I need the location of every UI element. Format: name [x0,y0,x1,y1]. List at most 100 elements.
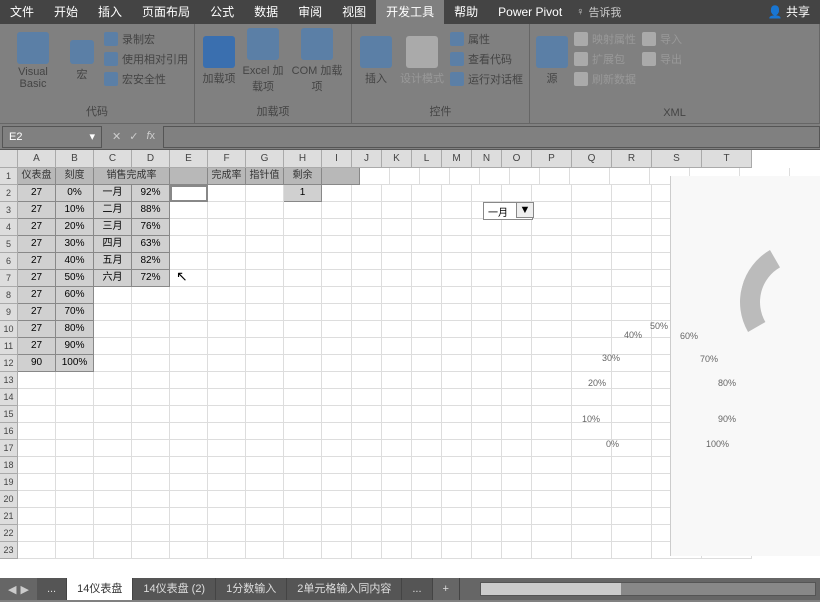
row-header[interactable]: 1 [0,168,18,185]
cell[interactable] [472,219,502,236]
cell[interactable] [352,491,382,508]
macro-button[interactable]: 宏 [64,26,100,96]
tab-file[interactable]: 文件 [0,0,44,24]
share-button[interactable]: 👤 共享 [758,0,820,24]
cell[interactable] [442,219,472,236]
row-header[interactable]: 21 [0,508,18,525]
cell[interactable] [322,304,352,321]
cell[interactable] [208,355,246,372]
cell[interactable]: 27 [18,219,56,236]
cell[interactable] [382,474,412,491]
cell[interactable] [532,440,572,457]
cell[interactable] [322,321,352,338]
cell[interactable] [132,474,170,491]
row-header[interactable]: 17 [0,440,18,457]
cell[interactable] [382,355,412,372]
cell[interactable] [472,542,502,559]
cell[interactable] [246,321,284,338]
cell[interactable]: 100% [56,355,94,372]
cell[interactable] [322,168,360,185]
cell[interactable] [132,508,170,525]
cell[interactable] [502,406,532,423]
cell[interactable] [284,406,322,423]
cell[interactable] [612,423,652,440]
cell[interactable] [382,304,412,321]
cell[interactable] [170,491,208,508]
cell[interactable] [442,542,472,559]
cell[interactable] [612,542,652,559]
cell[interactable] [480,168,510,185]
cell[interactable] [612,474,652,491]
cell[interactable] [322,491,352,508]
cell[interactable] [18,491,56,508]
cell[interactable] [382,372,412,389]
cell[interactable] [322,440,352,457]
col-header[interactable]: G [246,150,284,168]
tab-review[interactable]: 审阅 [288,0,332,24]
cell[interactable] [442,491,472,508]
cell[interactable] [442,338,472,355]
cell[interactable] [284,253,322,270]
cell[interactable] [208,321,246,338]
cell[interactable] [532,219,572,236]
cell[interactable] [472,185,502,202]
cell[interactable] [246,202,284,219]
cell[interactable] [170,355,208,372]
cell[interactable] [132,338,170,355]
cell[interactable] [532,355,572,372]
cell[interactable] [612,236,652,253]
cell[interactable] [322,457,352,474]
horizontal-scrollbar[interactable] [480,582,816,596]
excel-addin-button[interactable]: Excel 加载项 [241,26,285,96]
cell[interactable] [382,525,412,542]
cell[interactable] [322,219,352,236]
cell[interactable] [502,321,532,338]
cell[interactable] [502,287,532,304]
cell[interactable] [472,236,502,253]
col-header[interactable]: B [56,150,94,168]
cell[interactable] [18,440,56,457]
cell[interactable] [94,508,132,525]
addin-button[interactable]: 加载项 [199,26,239,96]
view-code-button[interactable]: 查看代码 [448,50,525,68]
cell[interactable] [284,321,322,338]
col-header[interactable]: H [284,150,322,168]
cell[interactable] [352,423,382,440]
cell[interactable] [246,491,284,508]
cell[interactable] [56,406,94,423]
cell[interactable] [352,287,382,304]
cell[interactable] [572,525,612,542]
cell[interactable] [284,525,322,542]
cell[interactable] [208,525,246,542]
cell[interactable] [450,168,480,185]
cell[interactable] [246,219,284,236]
cell[interactable]: 82% [132,253,170,270]
cell[interactable] [170,304,208,321]
cell[interactable] [572,219,612,236]
cell[interactable] [572,304,612,321]
cell[interactable]: 仪表盘 [18,168,56,185]
cell[interactable] [382,185,412,202]
tab-help[interactable]: 帮助 [444,0,488,24]
cell[interactable] [382,287,412,304]
cell[interactable] [352,304,382,321]
cell[interactable] [352,389,382,406]
cell[interactable] [352,525,382,542]
cell[interactable] [94,525,132,542]
cell[interactable] [382,406,412,423]
cell[interactable] [132,525,170,542]
cell[interactable] [94,440,132,457]
cell[interactable] [56,440,94,457]
new-sheet-button[interactable]: + [433,578,460,600]
cell[interactable] [382,423,412,440]
cell[interactable] [322,508,352,525]
cell[interactable] [502,185,532,202]
cell[interactable] [442,508,472,525]
cell[interactable]: 40% [56,253,94,270]
row-header[interactable]: 16 [0,423,18,440]
cell[interactable] [322,474,352,491]
cell[interactable] [472,423,502,440]
cell[interactable] [18,474,56,491]
cell[interactable] [382,321,412,338]
cell[interactable] [94,542,132,559]
